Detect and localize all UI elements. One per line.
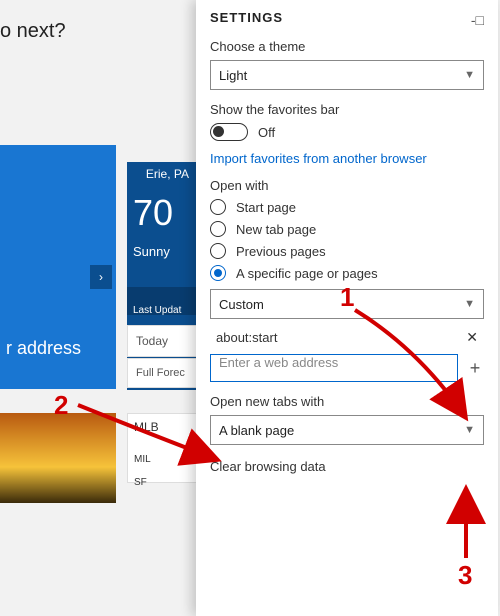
weather-location: Erie, PA xyxy=(127,162,197,186)
tabs-value: A blank page xyxy=(219,423,294,438)
radio-specific[interactable]: A specific page or pages xyxy=(210,265,484,281)
favorites-toggle[interactable] xyxy=(210,123,248,141)
radio-label: A specific page or pages xyxy=(236,266,378,281)
weather-updated: Last Updat xyxy=(127,287,197,315)
news-tile-text: r address xyxy=(6,338,81,359)
open-with-label: Open with xyxy=(210,178,484,193)
clear-browsing-label: Clear browsing data xyxy=(210,459,484,474)
radio-icon xyxy=(210,221,226,237)
import-favorites-link[interactable]: Import favorites from another browser xyxy=(210,151,484,166)
settings-title: SETTINGS xyxy=(210,10,484,25)
annotation-1: 1 xyxy=(340,282,354,313)
news-tile[interactable]: r address › xyxy=(0,145,116,389)
tabs-select[interactable]: A blank page ▼ xyxy=(210,415,484,445)
weather-temp: 70 xyxy=(127,186,197,234)
sports-team1: MIL xyxy=(134,454,190,465)
remove-page-button[interactable]: ✕ xyxy=(466,329,478,346)
page-entry-text: about:start xyxy=(216,330,277,345)
weather-today[interactable]: Today xyxy=(127,325,197,357)
radio-label: New tab page xyxy=(236,222,316,237)
chevron-right-icon[interactable]: › xyxy=(90,265,112,289)
radio-start-page[interactable]: Start page xyxy=(210,199,484,215)
annotation-3: 3 xyxy=(458,560,472,591)
theme-value: Light xyxy=(219,68,247,83)
favorites-state: Off xyxy=(258,125,275,140)
web-address-input[interactable]: Enter a web address xyxy=(210,354,458,382)
theme-select[interactable]: Light ▼ xyxy=(210,60,484,90)
radio-icon xyxy=(210,199,226,215)
radio-icon xyxy=(210,243,226,259)
tabs-label: Open new tabs with xyxy=(210,394,484,409)
weather-forecast[interactable]: Full Forec xyxy=(127,358,197,388)
add-page-button[interactable]: + xyxy=(466,358,484,379)
radio-label: Previous pages xyxy=(236,244,326,259)
annotation-2: 2 xyxy=(54,390,68,421)
chevron-down-icon: ▼ xyxy=(464,298,475,310)
favorites-label: Show the favorites bar xyxy=(210,102,484,117)
chevron-down-icon: ▼ xyxy=(464,69,475,81)
theme-label: Choose a theme xyxy=(210,39,484,54)
sports-title: MLB xyxy=(134,420,190,434)
sports-team2: SF xyxy=(134,477,190,488)
radio-icon xyxy=(210,265,226,281)
radio-new-tab[interactable]: New tab page xyxy=(210,221,484,237)
radio-previous[interactable]: Previous pages xyxy=(210,243,484,259)
image-thumbnail[interactable] xyxy=(0,413,116,503)
custom-value: Custom xyxy=(219,297,264,312)
pin-icon[interactable]: ‑□ xyxy=(471,12,484,28)
page-headline: o next? xyxy=(0,20,66,43)
chevron-down-icon: ▼ xyxy=(464,424,475,436)
weather-condition: Sunny xyxy=(127,234,197,259)
radio-label: Start page xyxy=(236,200,296,215)
sports-tile[interactable]: MLB MIL SF xyxy=(127,413,197,483)
